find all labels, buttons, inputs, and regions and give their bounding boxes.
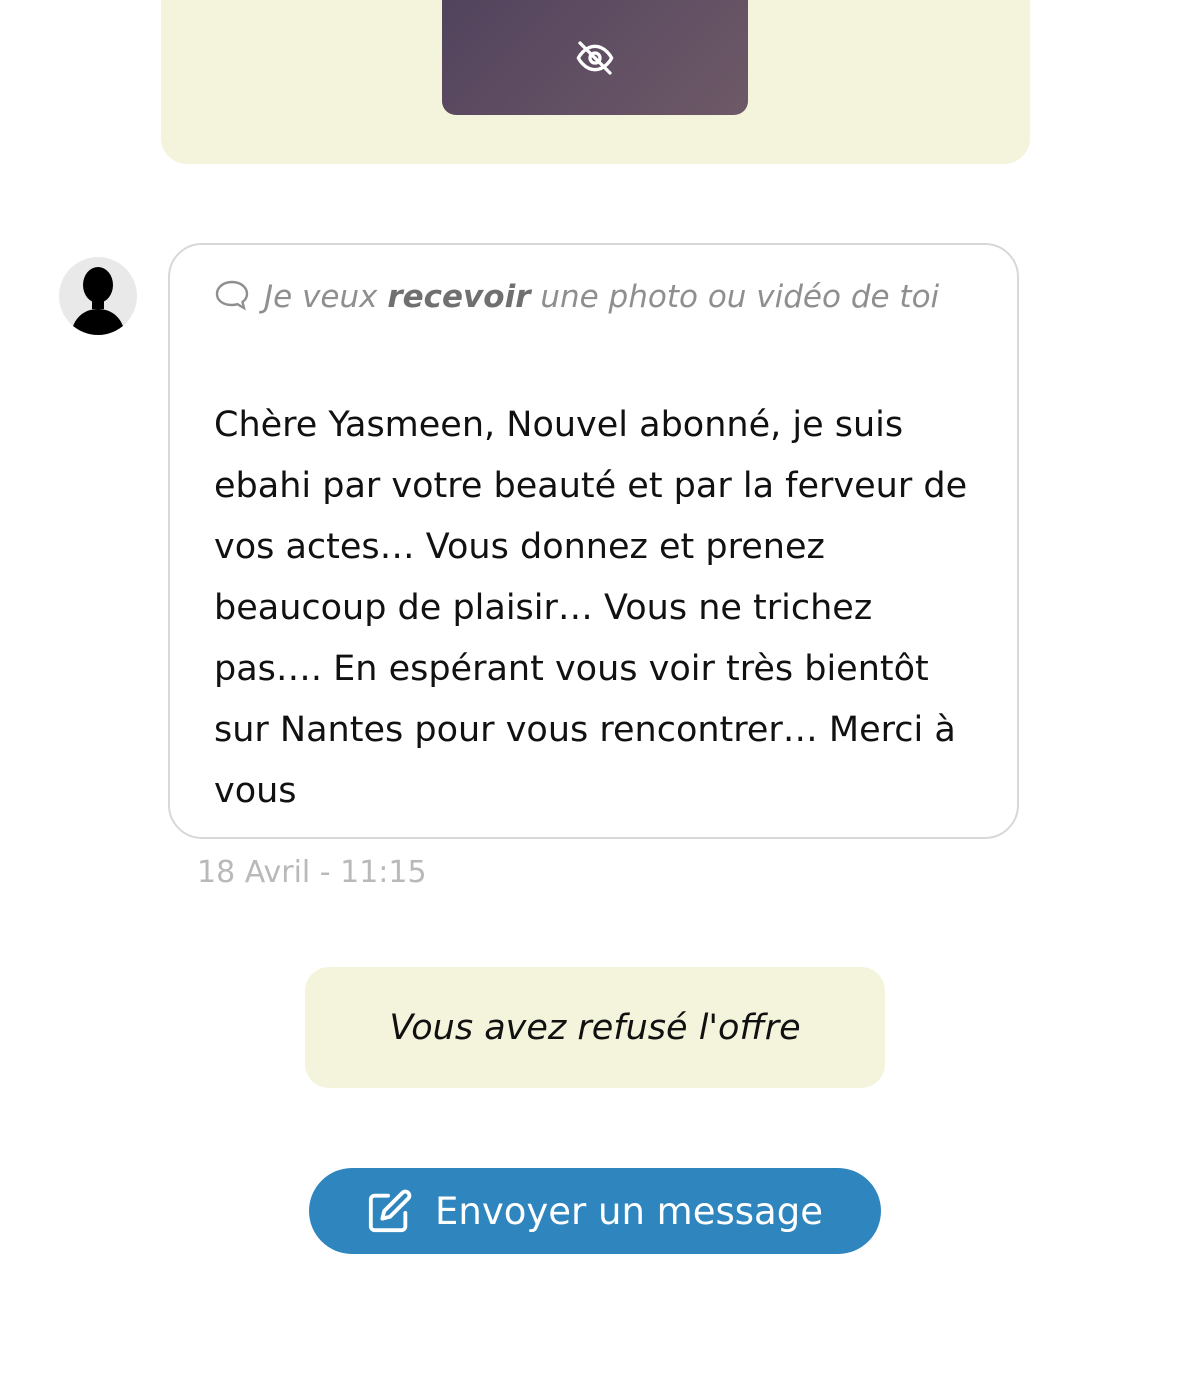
user-silhouette-icon [71, 267, 125, 335]
request-header: Je veux recevoir une photo ou vidéo de t… [214, 267, 974, 328]
request-header-suffix: une photo ou vidéo de toi [530, 279, 940, 315]
request-header-prefix: Je veux [264, 279, 388, 315]
speech-bubble-icon [215, 280, 249, 311]
hidden-media-icon [576, 40, 614, 75]
edit-icon [368, 1189, 412, 1233]
request-header-emphasis: recevoir [387, 279, 531, 315]
chat-page: Je veux recevoir une photo ou vidéo de t… [0, 0, 1192, 1373]
avatar[interactable] [59, 257, 137, 335]
send-message-button[interactable]: Envoyer un message [309, 1168, 881, 1254]
send-message-label: Envoyer un message [435, 1189, 823, 1233]
request-message-card: Je veux recevoir une photo ou vidéo de t… [168, 243, 1019, 839]
message-body: Chère Yasmeen, Nouvel abonné, je suis eb… [214, 405, 968, 811]
offer-refused-label: Vous avez refusé l'offre [389, 1007, 801, 1048]
offer-refused-notice: Vous avez refusé l'offre [305, 967, 885, 1088]
media-thumbnail-placeholder[interactable] [442, 0, 748, 115]
message-timestamp: 18 Avril - 11:15 [197, 855, 427, 890]
